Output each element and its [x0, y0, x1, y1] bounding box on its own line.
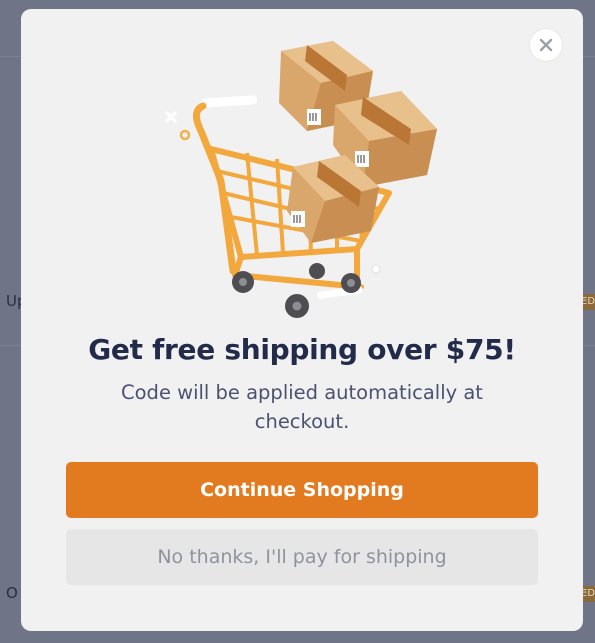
background-badge: ED [581, 586, 595, 602]
modal-subtext: Code will be applied automatically at ch… [121, 381, 483, 433]
shopping-cart-illustration [165, 41, 437, 318]
background-text-fragment: O [6, 584, 18, 602]
free-shipping-modal: Get free shipping over $75! Code will be… [21, 9, 583, 631]
close-icon [539, 38, 553, 52]
close-button[interactable] [530, 29, 562, 61]
decline-free-shipping-button[interactable]: No thanks, I'll pay for shipping [66, 529, 538, 585]
background-badge: ED [581, 294, 595, 310]
continue-shopping-button[interactable]: Continue Shopping [66, 462, 538, 518]
modal-headline: Get free shipping over $75! [88, 333, 516, 366]
